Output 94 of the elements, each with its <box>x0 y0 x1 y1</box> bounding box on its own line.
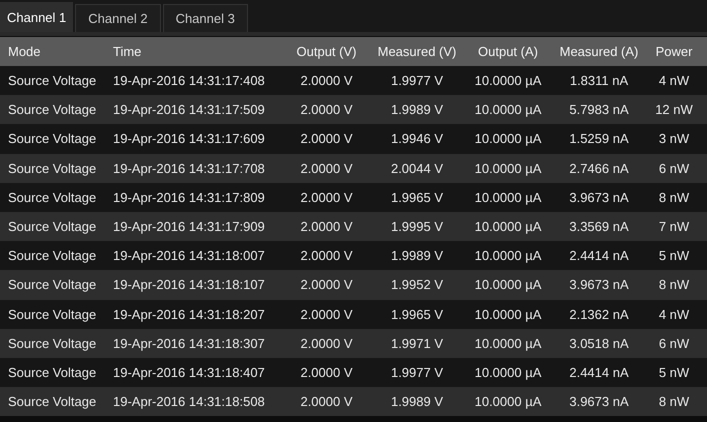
table-cell-text: 1.9965 V <box>390 190 444 205</box>
table-cell-text: 7 nW <box>658 219 690 234</box>
table-cell-text: 19-Apr-2016 14:31:18:207 <box>112 306 266 322</box>
table-cell-text: 1.9989 V <box>390 102 444 118</box>
table-cell-text: 19-Apr-2016 14:31:18:407 <box>112 364 266 380</box>
table-cell-text: 5 nW <box>658 248 690 264</box>
table-cell-text: 2.7466 nA <box>568 160 630 176</box>
table-cell-text: 10.0000 µA <box>474 219 542 234</box>
table-cell-text: 10.0000 µA <box>474 394 542 410</box>
table-cell-text: 10.0000 µA <box>474 277 542 292</box>
table-cell-text: Source Voltage <box>7 306 98 322</box>
table-cell-text: 1.8311 nA <box>568 73 630 88</box>
table-cell-text: 10.0000 µA <box>474 306 542 322</box>
table-cell-text: 12 nW <box>654 102 694 118</box>
table-cell-text: 8 nW <box>658 190 690 205</box>
table-cell-text: 3.3569 nA <box>568 219 630 234</box>
table-cell-text: 10.0000 µA <box>474 131 542 146</box>
table-cell-text: 1.9965 V <box>390 306 444 322</box>
table-cell-text: Source Voltage <box>7 190 98 205</box>
column-header: Measured (A) <box>558 44 640 59</box>
table-cell-text: 19-Apr-2016 14:31:17:408 <box>112 73 266 88</box>
column-header: Power <box>654 44 694 59</box>
table-cell-text: 4 nW <box>658 306 690 322</box>
table-cell-text: 19-Apr-2016 14:31:17:708 <box>112 160 266 176</box>
table-cell-text: 6 nW <box>658 336 690 351</box>
table-cell-text: 2.0000 V <box>299 190 354 205</box>
table-cell-text: 2.0000 V <box>299 102 354 118</box>
table-cell-text: 2.0000 V <box>299 73 354 88</box>
table-cell-text: 19-Apr-2016 14:31:18:007 <box>112 248 266 264</box>
table-cell-text: 19-Apr-2016 14:31:18:307 <box>112 336 266 351</box>
table-cell-text: 4 nW <box>658 73 690 88</box>
table-cell-text: 1.9989 V <box>390 394 444 410</box>
table-cell-text: 10.0000 µA <box>474 336 542 351</box>
table-cell-text: Source Voltage <box>7 336 98 351</box>
table-cell-text: 2.0000 V <box>299 336 354 351</box>
table-cell-text: 2.0000 V <box>299 131 354 146</box>
table-cell-text: 1.9971 V <box>390 336 444 351</box>
table-cell-text: 2.0000 V <box>299 160 354 176</box>
table-cell-text: 2.0000 V <box>299 219 354 234</box>
table-cell-text: 5 nW <box>658 364 690 380</box>
table-cell-text: 2.4414 nA <box>568 248 630 264</box>
table-cell-text: 1.9977 V <box>390 364 444 380</box>
table-cell-text: 6 nW <box>658 160 690 176</box>
table-cell-text: 10.0000 µA <box>474 160 542 176</box>
table-cell-text: 19-Apr-2016 14:31:17:909 <box>112 219 266 234</box>
table-cell-text: 1.9989 V <box>390 248 444 264</box>
tab[interactable]: Channel 3 <box>162 4 248 32</box>
table-cell-text: Source Voltage <box>7 248 98 264</box>
table-cell-text: 1.9946 V <box>390 131 444 146</box>
table-cell-text: 19-Apr-2016 14:31:17:509 <box>112 102 266 118</box>
table-cell-text: 19-Apr-2016 14:31:18:107 <box>112 277 266 292</box>
table-cell-text: Source Voltage <box>7 102 98 118</box>
table-cell-text: 2.0000 V <box>299 277 354 292</box>
table-cell-text: 19-Apr-2016 14:31:17:609 <box>112 131 266 146</box>
table-cell-text: 1.9952 V <box>390 277 444 292</box>
table-cell-text: 10.0000 µA <box>474 102 542 118</box>
table-cell-text: 5.7983 nA <box>568 102 630 118</box>
table-cell-text: 10.0000 µA <box>474 364 542 380</box>
table-cell-text: 2.4414 nA <box>568 364 630 380</box>
column-header: Time <box>112 44 142 59</box>
tab[interactable]: Channel 2 <box>75 4 161 32</box>
table-cell-text: 10.0000 µA <box>474 190 542 205</box>
table-cell-text: Source Voltage <box>7 73 98 88</box>
table-cell-text: 3.0518 nA <box>568 336 630 351</box>
table-cell-text: 2.0000 V <box>299 306 354 322</box>
table-cell-text: Source Voltage <box>7 277 98 292</box>
table-cell-text: Source Voltage <box>7 160 98 176</box>
table-cell-text: Source Voltage <box>7 219 98 234</box>
table-cell-text: Source Voltage <box>7 394 98 410</box>
column-header: Mode <box>7 44 42 59</box>
table-cell-text: 10.0000 µA <box>474 73 542 88</box>
table-cell-text: 1.5259 nA <box>568 131 630 146</box>
table-cell-text: 19-Apr-2016 14:31:17:809 <box>112 190 266 205</box>
table-cell-text: Source Voltage <box>7 364 98 380</box>
table-cell-text: 3.9673 nA <box>568 277 630 292</box>
table-cell-text: 2.0000 V <box>299 248 354 264</box>
table-cell-text: Source Voltage <box>7 131 98 146</box>
column-header: Measured (V) <box>376 44 458 59</box>
column-header: Output (V) <box>296 44 358 59</box>
tab[interactable]: Channel 1 <box>0 2 74 32</box>
table-cell-text: 3.9673 nA <box>568 394 630 410</box>
table-cell-text: 2.1362 nA <box>568 306 630 322</box>
table-cell-text: 8 nW <box>658 394 690 410</box>
table-cell-text: 3 nW <box>658 131 690 146</box>
table-cell-text: 8 nW <box>658 277 690 292</box>
table-cell-text: 1.9995 V <box>390 219 444 234</box>
table-cell-text: 2.0000 V <box>299 364 354 380</box>
table-cell-text: 1.9977 V <box>390 73 444 88</box>
table-cell-text: 19-Apr-2016 14:31:18:508 <box>112 394 266 410</box>
table-cell-text: 3.9673 nA <box>568 190 630 205</box>
table-cell-text: 10.0000 µA <box>474 248 542 264</box>
column-header: Output (A) <box>477 44 539 59</box>
table-cell-text: 2.0044 V <box>390 160 444 176</box>
table-cell-text: 2.0000 V <box>299 394 354 410</box>
